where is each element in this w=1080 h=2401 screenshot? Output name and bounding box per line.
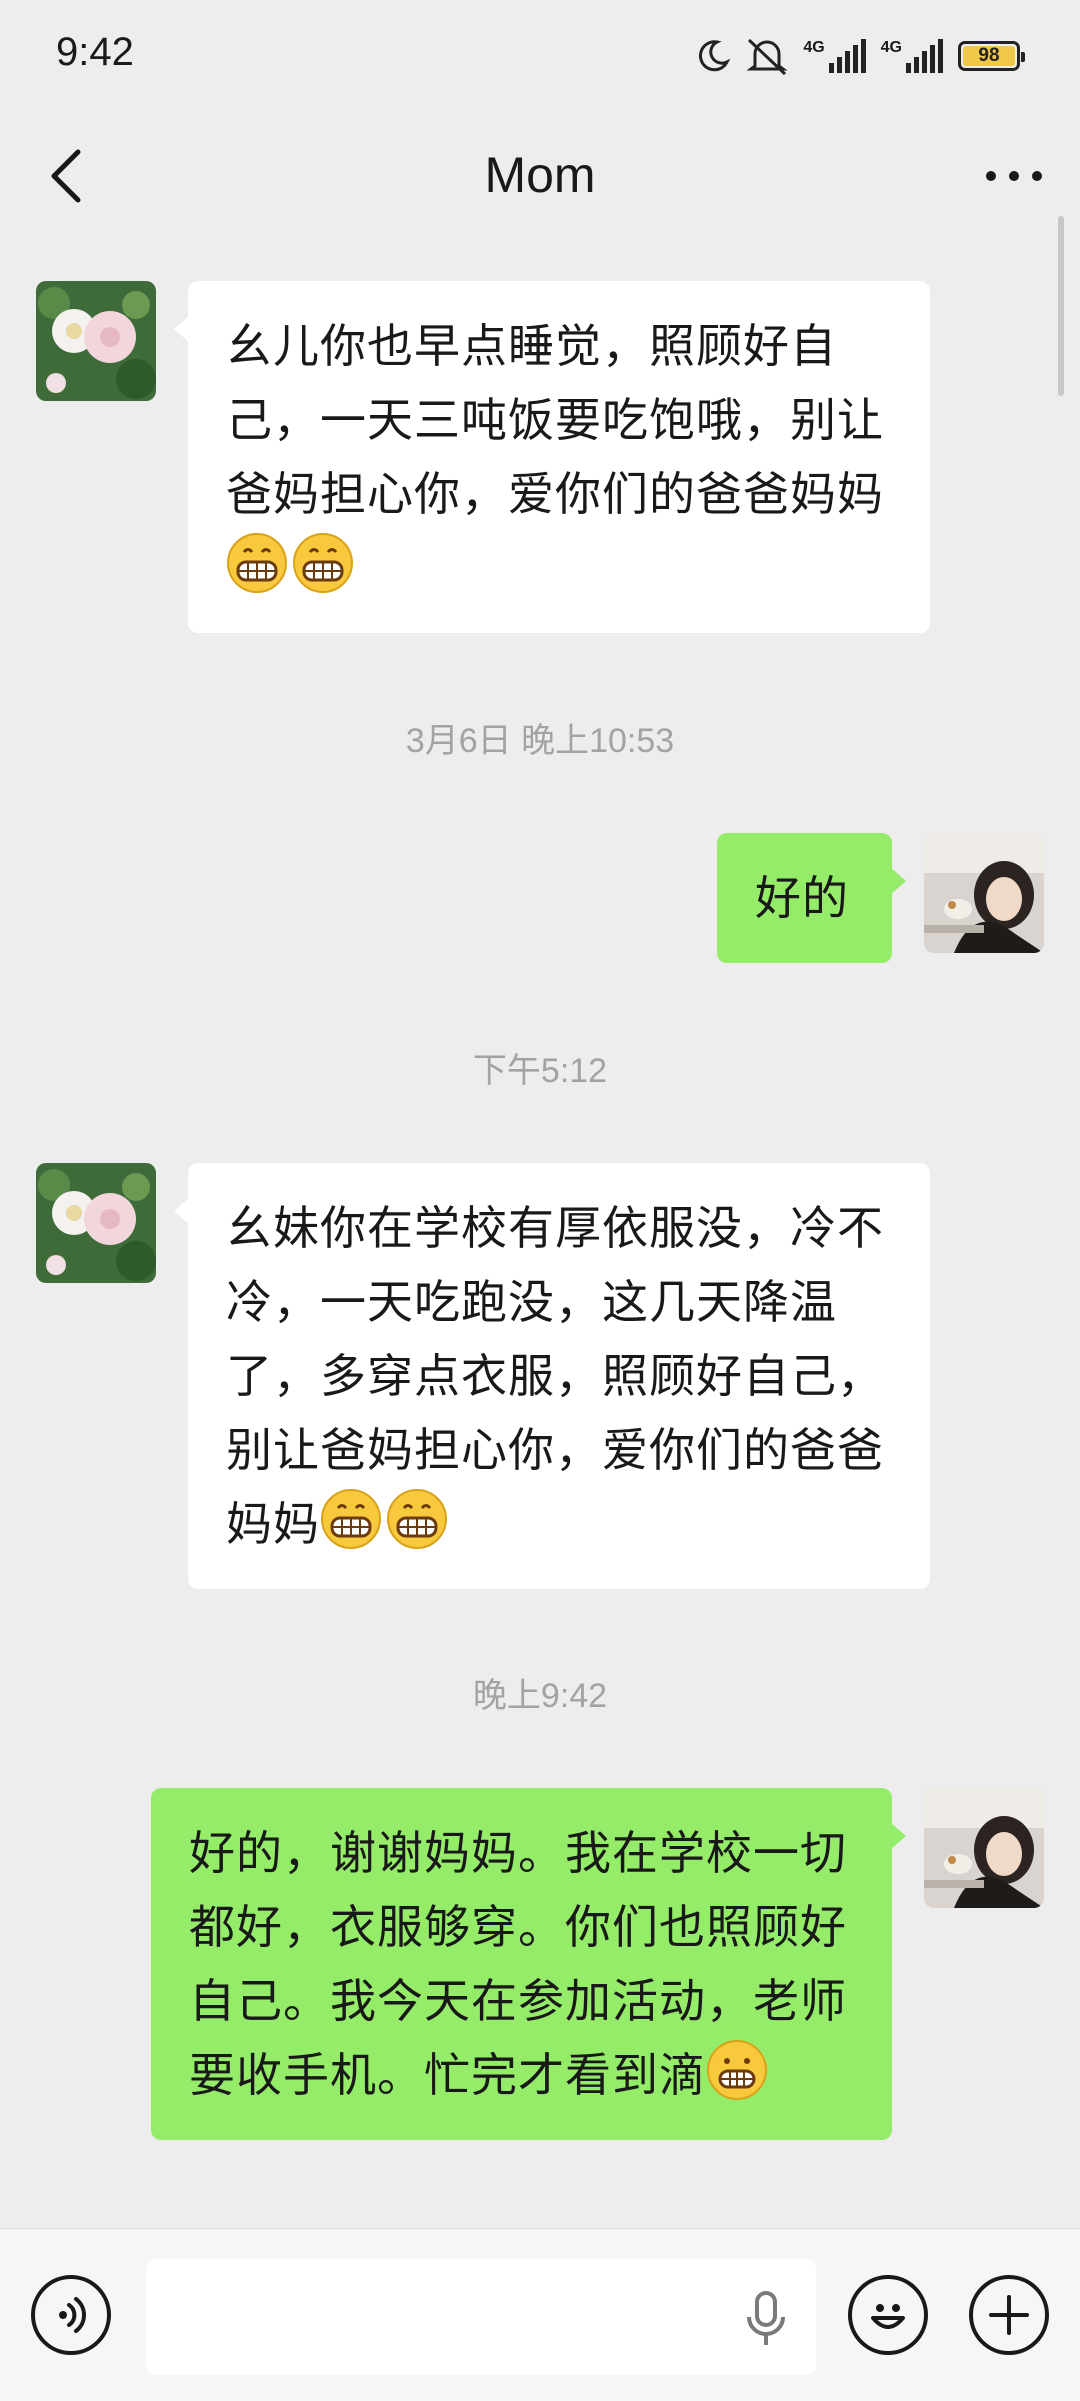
more-dots-icon [986, 171, 1042, 181]
signal-group-2: 4G [881, 39, 944, 73]
mom-avatar[interactable] [36, 281, 156, 401]
grin-emoji [227, 533, 287, 593]
status-icons: 4G 4G 98 [695, 34, 1025, 78]
outgoing-message[interactable]: 好的，谢谢妈妈。我在学校一切都好，衣服够穿。你们也照顾好自己。我今天在参加活动，… [151, 1788, 906, 2140]
network-label-2: 4G [880, 39, 902, 56]
incoming-message[interactable]: 幺儿你也早点睡觉，照顾好自己，一天三吨饭要吃饱哦，别让爸妈担心你，爱你们的爸爸妈… [174, 281, 930, 633]
message-input[interactable] [146, 2259, 816, 2375]
message-timestamp: 3月6日 晚上10:53 [405, 722, 675, 760]
message-text: 幺儿你也早点睡觉，照顾好自己，一天三吨饭要吃饱哦，别让爸妈担心你，爱你们的爸爸妈… [226, 320, 884, 520]
signal-icon [906, 39, 943, 73]
battery-icon: 98 [958, 41, 1025, 71]
message-timestamp: 晚上9:42 [472, 1677, 608, 1715]
outgoing-message[interactable]: 好的 [717, 833, 906, 963]
flower-avatar-image [36, 1163, 156, 1283]
flower-avatar-image [36, 281, 156, 401]
grin-emoji [387, 1489, 447, 1549]
network-label-1: 4G [803, 39, 825, 56]
my-avatar[interactable] [924, 1788, 1044, 1908]
user-avatar-image [924, 1788, 1044, 1908]
status-time: 9:42 [56, 30, 134, 74]
battery-level: 98 [963, 45, 1015, 66]
chat-header: Mom [0, 118, 1080, 238]
plus-button[interactable] [969, 2275, 1049, 2355]
signal-icon [828, 39, 866, 73]
user-avatar-image [924, 833, 1044, 953]
moon-icon [699, 40, 731, 72]
message-timestamp: 下午5:12 [472, 1052, 608, 1090]
page-title: Mom [484, 147, 596, 203]
plus-icon [989, 2295, 1029, 2335]
message-text: 好的 [755, 872, 849, 924]
grin-emoji [293, 533, 353, 593]
voice-button[interactable] [31, 2275, 111, 2355]
status-bar: 9:42 4G 4G 98 [0, 0, 1080, 118]
microphone-icon[interactable] [744, 2291, 788, 2347]
voice-icon [59, 2297, 86, 2333]
emoji-smile-icon [871, 2304, 905, 2329]
mom-avatar[interactable] [36, 1163, 156, 1283]
my-avatar[interactable] [924, 833, 1044, 953]
signal-group-1: 4G [803, 39, 866, 73]
grimace-emoji [707, 2040, 767, 2100]
mute-icon [746, 38, 788, 76]
more-button[interactable] [976, 138, 1052, 214]
emoji-button[interactable] [848, 2275, 928, 2355]
incoming-message[interactable]: 幺妹你在学校有厚依服没，冷不冷，一天吃跑没，这几天降温了，多穿点衣服，照顾好自己… [174, 1163, 930, 1589]
message-list[interactable]: 幺儿你也早点睡觉，照顾好自己，一天三吨饭要吃饱哦，别让爸妈担心你，爱你们的爸爸妈… [0, 238, 1080, 2228]
grin-emoji [321, 1489, 381, 1549]
input-bar [0, 2228, 1080, 2401]
